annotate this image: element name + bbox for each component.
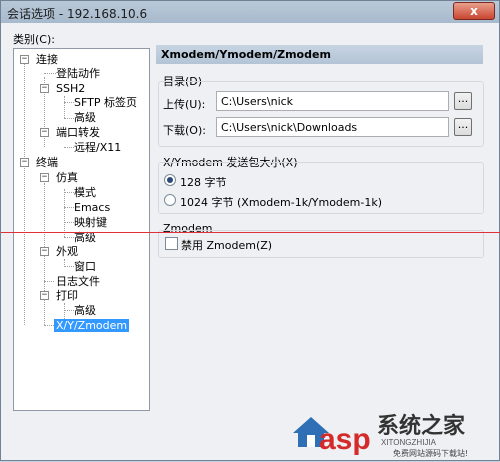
download-directory-input[interactable]: C:\Users\nick\Downloads xyxy=(216,117,449,137)
title-bar[interactable]: 会话选项 - 192.168.10.6 x xyxy=(1,1,499,23)
tree-item-xyzmodem[interactable]: X/Y/Zmodem xyxy=(54,319,130,332)
upload-browse-button[interactable]: ... xyxy=(454,92,472,110)
tree-item-modes[interactable]: 模式 xyxy=(74,186,96,199)
tree-item-appearance[interactable]: 外观 xyxy=(56,245,78,258)
upload-directory-input[interactable]: C:\Users\nick xyxy=(216,91,449,111)
download-label: 下载(O): xyxy=(163,124,206,137)
tree-item-sftp-tab[interactable]: SFTP 标签页 xyxy=(74,96,137,109)
packet-1024-label[interactable]: 1024 字节 (Xmodem-1k/Ymodem-1k) xyxy=(180,194,382,210)
disable-zmodem-label[interactable]: 禁用 Zmodem(Z) xyxy=(181,237,272,253)
category-label: 类别(C): xyxy=(13,33,55,46)
collapse-icon[interactable]: − xyxy=(40,84,49,93)
packet-1024-radio[interactable] xyxy=(164,194,176,206)
tree-item-log-file[interactable]: 日志文件 xyxy=(56,275,100,288)
watermark-brand: asp xyxy=(319,423,371,456)
window-title: 会话选项 - 192.168.10.6 xyxy=(7,7,148,21)
collapse-icon[interactable]: − xyxy=(20,55,29,64)
tree-item-port-forwarding[interactable]: 端口转发 xyxy=(56,126,100,139)
tree-item-terminal[interactable]: 终端 xyxy=(36,156,58,169)
packet-128-label[interactable]: 128 字节 xyxy=(180,174,227,190)
collapse-icon[interactable]: − xyxy=(40,247,49,256)
tree-item-printing-advanced[interactable]: 高级 xyxy=(74,304,96,317)
red-guide-line xyxy=(1,232,500,233)
tree-item-remote-x11[interactable]: 远程/X11 xyxy=(74,141,121,154)
tree-item-ssh2-advanced[interactable]: 高级 xyxy=(74,111,96,124)
tree-item-emulation[interactable]: 仿真 xyxy=(56,171,78,184)
category-tree[interactable]: − 连接 登陆动作 − SSH2 SFTP 标签页 高级 − 端口转发 远程/X… xyxy=(13,48,150,411)
download-browse-button[interactable]: ... xyxy=(454,118,472,136)
collapse-icon[interactable]: − xyxy=(40,291,49,300)
session-options-window: 会话选项 - 192.168.10.6 x 类别(C): − 连接 登陆动作 −… xyxy=(0,0,500,461)
watermark-subtitle: 免费网站源码下载站! xyxy=(393,448,468,458)
close-button[interactable]: x xyxy=(453,2,495,20)
watermark-chinese: 系统之家 xyxy=(377,413,466,439)
tree-item-login-actions[interactable]: 登陆动作 xyxy=(56,67,100,80)
packet-128-radio[interactable] xyxy=(164,174,176,186)
upload-label: 上传(U): xyxy=(163,98,206,111)
collapse-icon[interactable]: − xyxy=(20,158,29,167)
tree-item-ssh2[interactable]: SSH2 xyxy=(56,82,85,95)
tree-item-mapped-keys[interactable]: 映射键 xyxy=(74,216,107,229)
tree-item-window[interactable]: 窗口 xyxy=(74,260,96,273)
panel-header: Xmodem/Ymodem/Zmodem xyxy=(156,45,483,64)
tree-item-emacs[interactable]: Emacs xyxy=(74,201,110,214)
tree-item-printing[interactable]: 打印 xyxy=(56,289,78,302)
collapse-icon[interactable]: − xyxy=(40,173,49,182)
watermark-pinyin: XITONGZHIJIA xyxy=(381,438,437,447)
site-watermark-logo: asp 系统之家 XITONGZHIJIA 免费网站源码下载站! xyxy=(289,403,499,459)
collapse-icon[interactable]: − xyxy=(40,128,49,137)
disable-zmodem-checkbox[interactable] xyxy=(165,237,178,250)
tree-item-connection[interactable]: 连接 xyxy=(36,53,58,66)
